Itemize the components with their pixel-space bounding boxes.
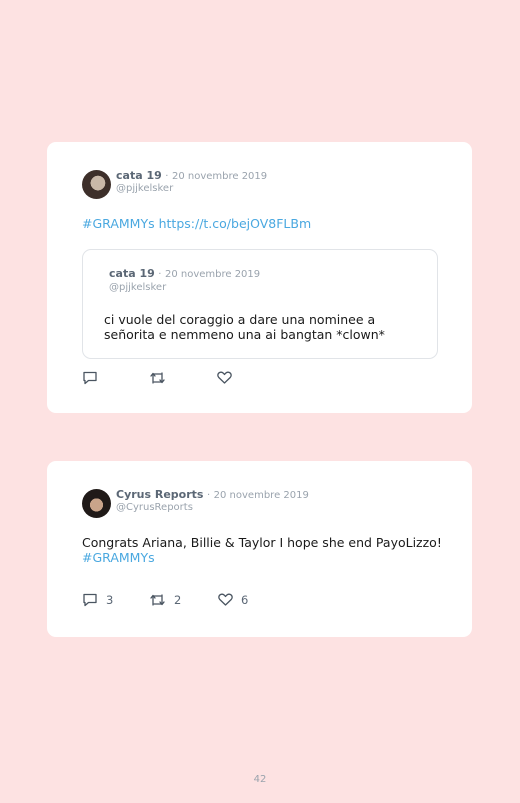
reply-button[interactable] xyxy=(82,370,149,385)
reply-icon xyxy=(83,593,97,607)
tweet-date[interactable]: 20 novembre 2019 xyxy=(172,171,267,182)
tweet-header: cata 19 · 20 novembre 2019 @pjjkelsker xyxy=(82,170,267,199)
separator: · xyxy=(158,269,162,280)
tweet-card: cata 19 · 20 novembre 2019 @pjjkelsker #… xyxy=(47,142,472,413)
reply-count: 3 xyxy=(106,592,114,607)
avatar[interactable] xyxy=(82,489,111,518)
tweet-text: #GRAMMYs https://t.co/bejOV8FLBm xyxy=(82,216,311,231)
retweet-button[interactable]: 2 xyxy=(149,593,218,607)
like-count: 6 xyxy=(241,592,249,607)
quoted-author-handle: @pjjkelsker xyxy=(109,282,167,293)
author-handle[interactable]: @pjjkelsker xyxy=(116,183,267,195)
tweet-actions xyxy=(82,370,232,385)
like-icon xyxy=(217,371,232,384)
quoted-tweet-text: ci vuole del coraggio a dare una nominee… xyxy=(104,312,385,342)
retweet-button[interactable] xyxy=(149,371,217,385)
tweet-actions: 3 2 6 xyxy=(82,592,248,607)
avatar[interactable] xyxy=(82,170,111,199)
quoted-tweet[interactable]: cata 19 · 20 novembre 2019 @pjjkelsker c… xyxy=(82,249,438,359)
retweet-count: 2 xyxy=(174,592,182,607)
hashtag-link[interactable]: #GRAMMYs xyxy=(82,216,155,231)
tweet-date[interactable]: 20 novembre 2019 xyxy=(214,490,309,501)
tweet-card: Cyrus Reports · 20 novembre 2019 @CyrusR… xyxy=(47,461,472,637)
like-button[interactable] xyxy=(217,371,232,384)
reply-icon xyxy=(83,371,97,385)
quoted-tweet-header: cata 19 · 20 novembre 2019 @pjjkelsker xyxy=(109,267,260,294)
separator: · xyxy=(165,171,169,182)
quoted-tweet-date: 20 novembre 2019 xyxy=(164,269,261,280)
separator: · xyxy=(206,490,211,501)
hashtag-link[interactable]: #GRAMMYs xyxy=(82,550,155,565)
retweet-icon xyxy=(150,593,165,606)
tweet-text: Congrats Ariana, Billie & Taylor I hope … xyxy=(82,535,442,565)
author-name[interactable]: cata 19 xyxy=(116,169,162,182)
quoted-author-name: cata 19 xyxy=(109,267,155,280)
like-icon xyxy=(218,593,233,606)
page-number: 42 xyxy=(253,774,267,785)
reply-button[interactable]: 3 xyxy=(82,592,149,607)
tweet-url-link[interactable]: https://t.co/bejOV8FLBm xyxy=(159,216,312,231)
author-handle[interactable]: @CyrusReports xyxy=(116,502,309,514)
tweet-header: Cyrus Reports · 20 novembre 2019 @CyrusR… xyxy=(82,489,309,518)
retweet-icon xyxy=(150,371,165,384)
tweet-body: Congrats Ariana, Billie & Taylor I hope … xyxy=(82,535,442,550)
author-name[interactable]: Cyrus Reports xyxy=(116,488,203,501)
like-button[interactable]: 6 xyxy=(218,593,248,607)
